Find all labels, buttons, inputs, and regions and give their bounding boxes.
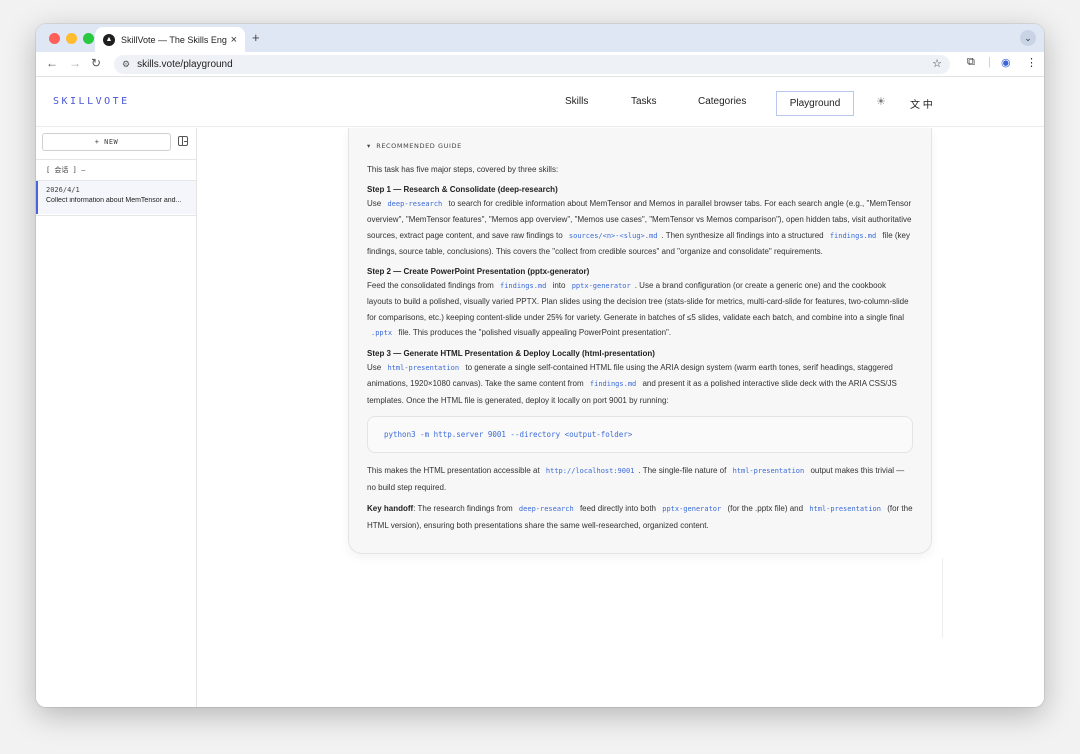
command-code-block[interactable]: python3 -m http.server 9001 --directory … bbox=[367, 416, 913, 453]
url-text: skills.vote/playground bbox=[137, 59, 233, 70]
back-icon[interactable]: ← bbox=[46, 56, 58, 70]
handoff-body: Key handoff: The research findings from … bbox=[367, 501, 913, 533]
browser-tab[interactable]: ▲ SkillVote — The Skills Engine × bbox=[95, 27, 245, 52]
session-title: Collect information about MemTensor and.… bbox=[46, 197, 182, 204]
guide-intro: This task has five major steps, covered … bbox=[367, 165, 559, 174]
step1-title: Step 1 — Research & Consolidate (deep-re… bbox=[367, 184, 558, 194]
session-item[interactable]: 2026/4/1 Collect information about MemTe… bbox=[36, 181, 196, 214]
profile-icon[interactable]: ◉ bbox=[1001, 56, 1011, 69]
new-tab-button[interactable]: + bbox=[252, 30, 260, 45]
handoff-label: Key handoff bbox=[367, 504, 414, 513]
inline-code: deep-research bbox=[387, 199, 443, 208]
tab-search-icon[interactable]: ⌄ bbox=[1020, 30, 1036, 46]
step2-title: Step 2 — Create PowerPoint Presentation … bbox=[367, 266, 590, 276]
browser-window: ▲ SkillVote — The Skills Engine × + ⌄ ← … bbox=[36, 24, 1044, 707]
step1-body: Use deep-research to search for credible… bbox=[367, 196, 913, 260]
bookmark-star-icon[interactable]: ☆ bbox=[932, 57, 942, 70]
sessions-section-label: [ 会话 ] — bbox=[46, 166, 86, 174]
tab-title: SkillVote — The Skills Engine bbox=[121, 34, 227, 45]
inline-code: deep-research bbox=[518, 505, 574, 513]
text: (for the .pptx file) and bbox=[727, 504, 804, 513]
address-bar[interactable]: ⚙ skills.vote/playground ☆ bbox=[114, 55, 950, 74]
text: into bbox=[552, 280, 566, 290]
divider bbox=[36, 159, 196, 160]
inline-code: findings.md bbox=[589, 380, 637, 388]
command-text: python3 -m http.server 9001 --directory … bbox=[384, 430, 633, 439]
divider bbox=[942, 558, 943, 638]
inline-code: html-presentation bbox=[387, 363, 460, 372]
favicon-icon: ▲ bbox=[103, 33, 115, 46]
inline-code: pptx-generator bbox=[571, 281, 631, 290]
site-logo[interactable]: SKILLVOTE bbox=[53, 96, 130, 107]
step2-body: Feed the consolidated findings from find… bbox=[367, 278, 913, 342]
inline-code: http://localhost:9001 bbox=[545, 467, 635, 475]
nav-playground[interactable]: Playground bbox=[776, 91, 854, 116]
nav-skills[interactable]: Skills bbox=[565, 96, 588, 107]
text: : The research findings from bbox=[413, 504, 513, 513]
extensions-icon[interactable]: ⧉ bbox=[967, 56, 975, 69]
forward-icon[interactable]: → bbox=[69, 56, 81, 70]
inline-code: pptx-generator bbox=[662, 505, 722, 513]
text: This makes the HTML presentation accessi… bbox=[367, 466, 540, 475]
text: file. This produces the "polished visual… bbox=[398, 328, 672, 337]
text: . The single-file nature of bbox=[638, 466, 727, 475]
text: Use bbox=[367, 362, 382, 372]
divider bbox=[36, 215, 196, 216]
after-body: This makes the HTML presentation accessi… bbox=[367, 463, 913, 495]
nav-playground-label: Playground bbox=[789, 98, 841, 109]
reload-icon[interactable]: ↻ bbox=[91, 56, 101, 70]
site-header: SKILLVOTE Skills Tasks Categories Playgr… bbox=[36, 77, 1044, 127]
language-switch[interactable]: 文 中 bbox=[910, 96, 933, 111]
nav-tasks[interactable]: Tasks bbox=[631, 96, 657, 107]
new-session-button[interactable]: + NEW bbox=[42, 133, 171, 151]
inline-code: html-presentation bbox=[809, 505, 881, 513]
text: Feed the consolidated findings from bbox=[367, 280, 494, 290]
inline-code: findings.md bbox=[829, 231, 877, 240]
guide-toggle[interactable]: ▾ RECOMMENDED GUIDE bbox=[367, 142, 913, 150]
inline-code: findings.md bbox=[499, 281, 547, 290]
inline-code: html-presentation bbox=[732, 467, 805, 475]
sidebar: + NEW [ 会话 ] — 2026/4/1 Collect informat… bbox=[36, 128, 197, 707]
tab-close-icon[interactable]: × bbox=[231, 34, 237, 46]
minimize-window-button[interactable] bbox=[66, 33, 77, 44]
browser-toolbar: ← → ↻ ⚙ skills.vote/playground ☆ ⧉ | ◉ ⋮ bbox=[36, 52, 1044, 77]
nav-categories[interactable]: Categories bbox=[698, 96, 746, 107]
text: feed directly into both bbox=[579, 504, 656, 513]
text: Use bbox=[367, 198, 382, 208]
step3-title: Step 3 — Generate HTML Presentation & De… bbox=[367, 348, 655, 358]
text: . Then synthesize all findings into a st… bbox=[661, 230, 824, 240]
guide-label: RECOMMENDED GUIDE bbox=[376, 142, 462, 150]
site-info-icon[interactable]: ⚙ bbox=[122, 59, 130, 70]
maximize-window-button[interactable] bbox=[83, 33, 94, 44]
close-window-button[interactable] bbox=[49, 33, 60, 44]
toolbar-divider: | bbox=[988, 56, 991, 68]
recommended-guide-card: ▾ RECOMMENDED GUIDE This task has five m… bbox=[348, 128, 932, 554]
step3-body: Use html-presentation to generate a sing… bbox=[367, 360, 913, 409]
inline-code: .pptx bbox=[371, 329, 393, 337]
theme-toggle-sun-icon[interactable]: ☀ bbox=[876, 95, 886, 108]
inline-code: sources/<n>-<slug>.md bbox=[568, 231, 658, 240]
main-content: ▾ RECOMMENDED GUIDE This task has five m… bbox=[198, 128, 1044, 707]
collapse-sidebar-icon[interactable] bbox=[178, 136, 188, 146]
session-date: 2026/4/1 bbox=[46, 186, 80, 194]
tab-strip: ▲ SkillVote — The Skills Engine × + ⌄ bbox=[36, 24, 1044, 52]
browser-menu-icon[interactable]: ⋮ bbox=[1026, 56, 1037, 69]
